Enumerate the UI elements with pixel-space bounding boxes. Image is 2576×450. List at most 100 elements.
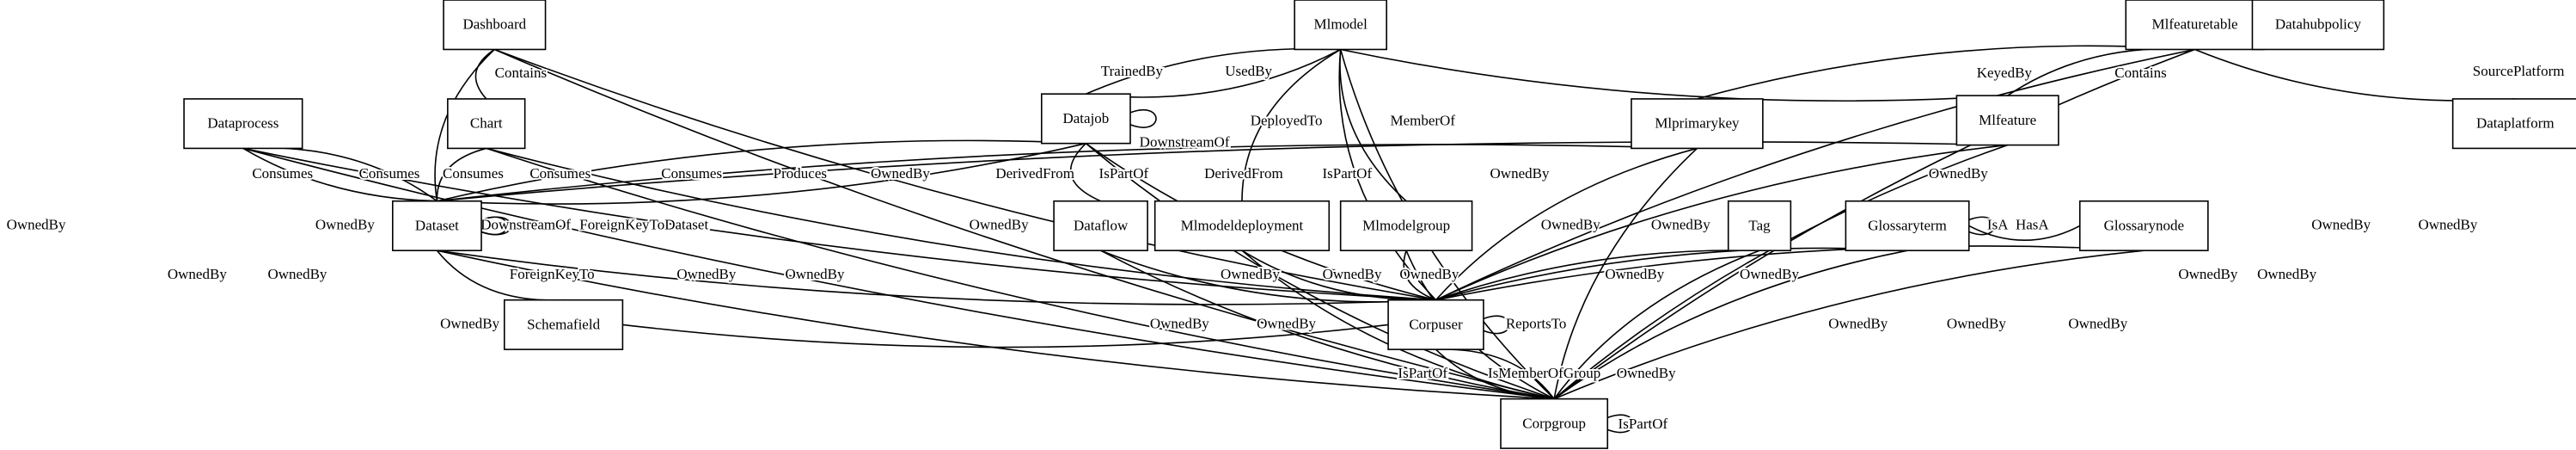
- node-label: Mlfeature: [1979, 112, 2036, 128]
- node-label: Tag: [1748, 217, 1771, 233]
- graph-node-mlmodelgroup[interactable]: Mlmodelgroup: [1339, 200, 1473, 251]
- edge-label: SourcePlatform: [2473, 63, 2565, 79]
- edge-label: OwnedBy: [786, 266, 845, 282]
- edge-label: OwnedBy: [1323, 266, 1382, 282]
- graph-node-datajob[interactable]: Datajob: [1040, 93, 1131, 145]
- graph-edge: [1435, 48, 2195, 301]
- node-label: Mlmodel: [1313, 16, 1368, 33]
- node-label: Dataset: [415, 217, 459, 233]
- edge-label: Consumes: [661, 165, 722, 182]
- graph-node-tag[interactable]: Tag: [1727, 200, 1792, 251]
- edge-label: OwnedBy: [267, 266, 327, 282]
- edge-label: DeployedTo: [1251, 113, 1323, 129]
- edge-label: OwnedBy: [440, 315, 499, 331]
- edge-label: MemberOf: [1390, 113, 1455, 129]
- edge-label: OwnedBy: [970, 216, 1029, 232]
- node-label: Corpgroup: [1522, 415, 1586, 431]
- graph-edge: [1435, 247, 1908, 301]
- edge-label: OwnedBy: [1541, 216, 1600, 232]
- graph-node-dataflow[interactable]: Dataflow: [1053, 200, 1148, 251]
- node-label: Glossarynode: [2104, 217, 2184, 233]
- node-label: Dataprocess: [207, 115, 278, 132]
- edge-label: TrainedBy: [1101, 63, 1164, 79]
- edge-label: DownstreamOf: [480, 216, 571, 232]
- edge-label: IsPartOf: [1099, 165, 1149, 182]
- graph-node-mlfeaturetable[interactable]: Mlfeaturetable: [2125, 0, 2265, 51]
- node-label: Datajob: [1062, 110, 1109, 126]
- edge-label: OwnedBy: [2068, 315, 2127, 331]
- edge-label: OwnedBy: [2257, 266, 2316, 282]
- graph-node-corpuser[interactable]: Corpuser: [1387, 299, 1484, 350]
- node-label: Dataflow: [1074, 217, 1129, 233]
- node-label: Datahubpolicy: [2275, 16, 2362, 33]
- edge-label: OwnedBy: [1617, 365, 1676, 381]
- graph-node-glossarynode[interactable]: Glossarynode: [2078, 200, 2209, 251]
- edge-label: IsPartOf: [1618, 416, 1668, 432]
- graph-edge: [474, 48, 495, 100]
- edge-label: OwnedBy: [2311, 216, 2371, 232]
- node-label: Dataplatform: [2476, 115, 2555, 132]
- graph-node-datahubpolicy[interactable]: Datahubpolicy: [2251, 0, 2385, 51]
- graph-node-glossaryterm[interactable]: Glossaryterm: [1845, 200, 1970, 251]
- graph-node-corpgroup[interactable]: Corpgroup: [1500, 398, 1609, 449]
- edge-label: ForeignKeyTo: [510, 266, 595, 282]
- edge-label: OwnedBy: [1929, 165, 1988, 182]
- node-label: Mlmodelgroup: [1362, 217, 1450, 233]
- edge-label: OwnedBy: [1605, 266, 1664, 282]
- edge-label: OwnedBy: [2178, 266, 2237, 282]
- edge-label: IsPartOf: [1398, 365, 1447, 381]
- edge-label: OwnedBy: [7, 216, 66, 232]
- edge-label: DerivedFrom: [995, 165, 1074, 182]
- node-label: Corpuser: [1409, 316, 1463, 332]
- edge-label: OwnedBy: [1740, 266, 1799, 282]
- edge-label: OwnedBy: [1257, 315, 1316, 331]
- edge-label: IsPartOf: [1323, 165, 1373, 182]
- graph-canvas: ContainsContains TrainedByTrainedBy UsedBy…: [5, 0, 2576, 449]
- edge-label: OwnedBy: [676, 266, 736, 282]
- node-label: Glossaryterm: [1868, 217, 1947, 233]
- edge-label: OwnedBy: [315, 216, 375, 232]
- graph-node-mlprimarykey[interactable]: Mlprimarykey: [1631, 98, 1764, 150]
- graph-node-mlfeature[interactable]: Mlfeature: [1955, 95, 2059, 146]
- edge-label: UsedBy: [1225, 63, 1272, 79]
- graph-node-dataset[interactable]: Dataset: [392, 200, 482, 251]
- edge-label: OwnedBy: [1399, 266, 1459, 282]
- entity-relationship-graph: Contains Contains TrainedBy TrainedBy UsedBy…: [0, 0, 2576, 450]
- edge-label: OwnedBy: [871, 165, 930, 182]
- edge-label: ReportsTo: [1506, 315, 1567, 331]
- edge-label: OwnedBy: [1221, 266, 1280, 282]
- edge-label: IsA: [1987, 216, 2009, 232]
- node-label: Dashboard: [462, 16, 526, 33]
- graph-node-mlmodeldeployment[interactable]: Mlmodeldeployment: [1153, 200, 1331, 251]
- edge-label: OwnedBy: [168, 266, 227, 282]
- graph-node-mlmodel[interactable]: Mlmodel: [1294, 0, 1387, 51]
- graph-node-chart[interactable]: Chart: [447, 98, 526, 150]
- node-label: Chart: [470, 115, 503, 132]
- node-label: Mlprimarykey: [1655, 115, 1740, 132]
- edge-label: OwnedBy: [1651, 216, 1710, 232]
- edge-label: HasA: [2016, 216, 2049, 232]
- edge-label: Contains: [495, 65, 547, 81]
- edge-label: ForeignKeyToDataset: [579, 216, 708, 232]
- node-label: Mlmodeldeployment: [1181, 217, 1304, 233]
- edge-label: OwnedBy: [1947, 315, 2006, 331]
- edge-label: Consumes: [443, 165, 504, 182]
- graph-node-dataprocess[interactable]: Dataprocess: [183, 98, 303, 150]
- edge-label: Produces: [774, 165, 827, 182]
- edge-label: OwnedBy: [1150, 315, 1209, 331]
- node-label: Mlfeaturetable: [2152, 16, 2238, 33]
- graph-node-schemafield[interactable]: Schemafield: [503, 299, 624, 350]
- graph-node-dashboard[interactable]: Dashboard: [443, 0, 547, 51]
- edge-label: OwnedBy: [2418, 216, 2477, 232]
- graph-edge: [1129, 109, 1157, 128]
- edge-label: IsMemberOfGroup: [1488, 365, 1600, 381]
- edge-label: OwnedBy: [1490, 165, 1550, 182]
- edge-label: DerivedFrom: [1204, 165, 1283, 182]
- node-label: Schemafield: [527, 316, 600, 332]
- edge-label: Consumes: [252, 165, 313, 182]
- edge-label: Consumes: [359, 165, 420, 182]
- graph-edge: [2194, 48, 2516, 102]
- edge-label: Contains: [2114, 65, 2166, 81]
- graph-node-dataplatform[interactable]: Dataplatform: [2451, 98, 2576, 150]
- edge-label: OwnedBy: [1828, 315, 1888, 331]
